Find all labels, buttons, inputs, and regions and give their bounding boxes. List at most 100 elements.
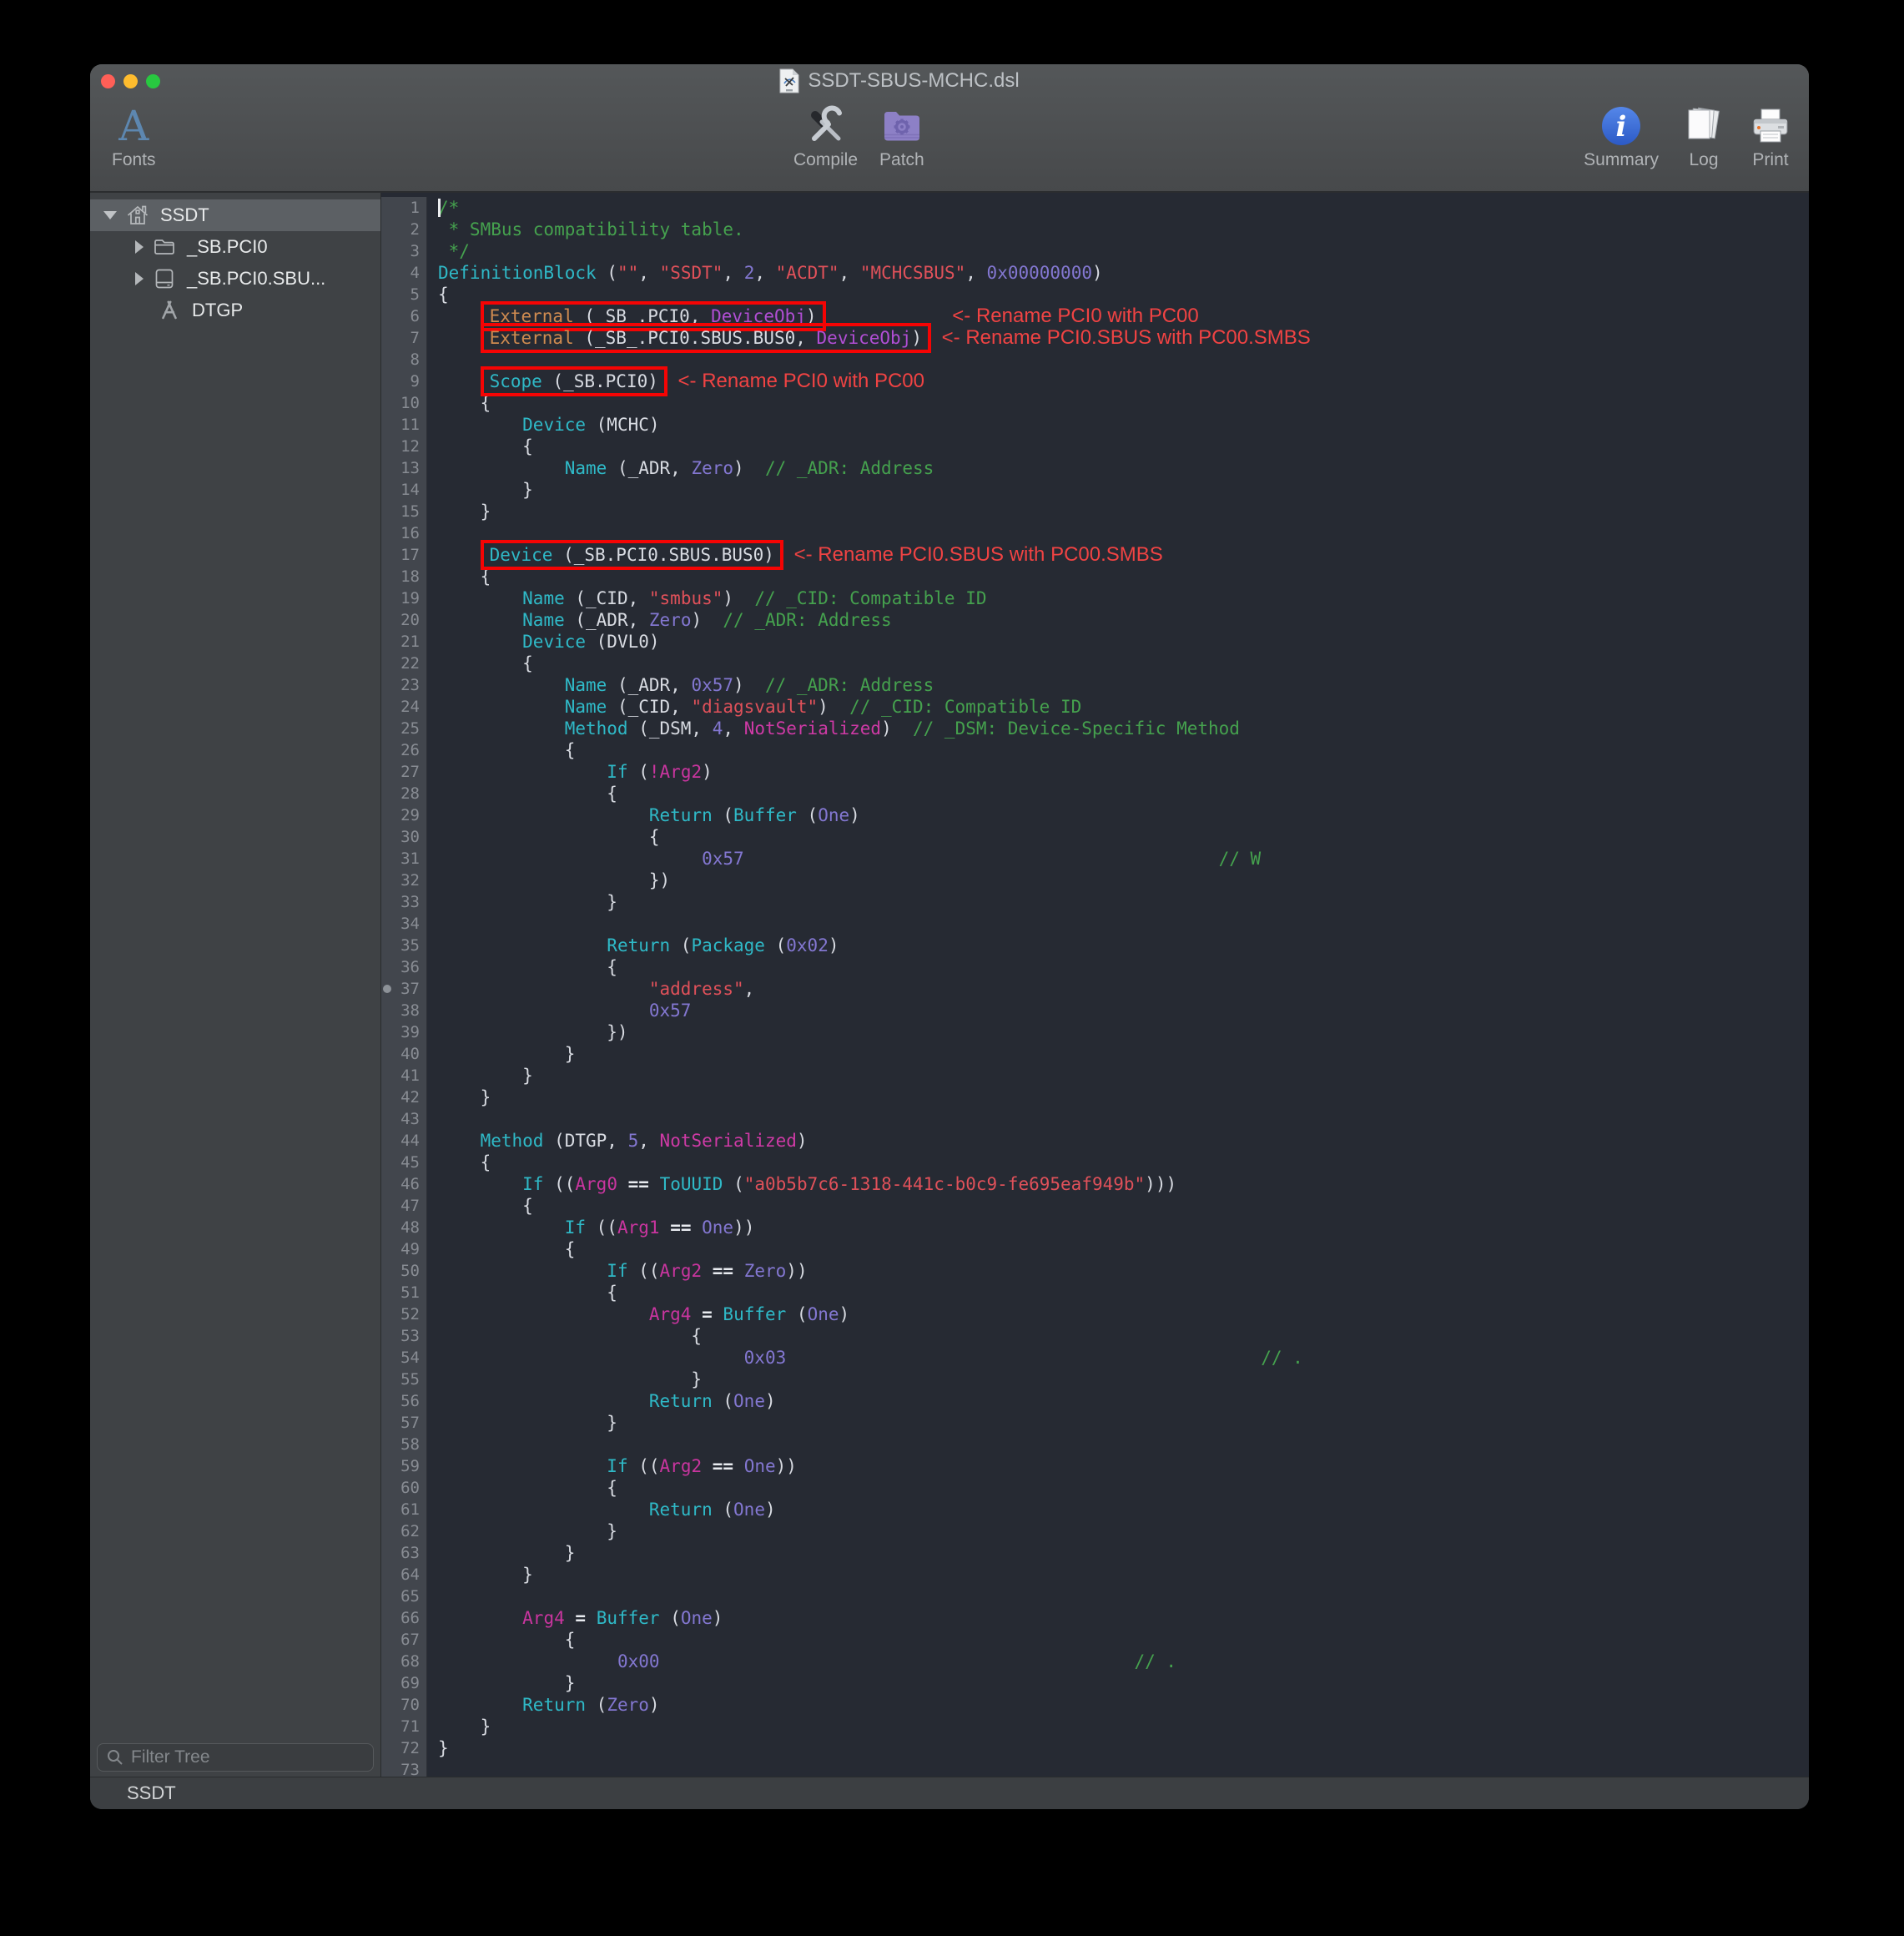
method-a-icon — [157, 298, 182, 323]
toolbar-button-fonts[interactable]: A Fonts — [112, 104, 156, 169]
close-button[interactable] — [101, 74, 115, 88]
filter-tree-input[interactable]: Filter Tree — [97, 1743, 374, 1772]
code-line: 35 Return (Package (0x02) — [381, 935, 1809, 956]
disclosure-collapsed-icon[interactable] — [135, 240, 144, 254]
code-line: 12 { — [381, 436, 1809, 457]
document-proxy-icon[interactable] — [779, 68, 799, 93]
code-token: // . — [1261, 1348, 1303, 1368]
code-token — [660, 1651, 1135, 1671]
code-line: 17 Device (_SB.PCI0.SBUS.BUS0) <- Rename… — [381, 544, 1809, 566]
code-content: } — [427, 1672, 575, 1694]
code-content — [427, 1759, 438, 1777]
code-token — [438, 306, 481, 326]
sidebar-item-sb-pci0-sbu[interactable]: _SB.PCI0.SBU... — [90, 263, 380, 295]
code-content: { — [427, 783, 617, 804]
sidebar-item-dtgp[interactable]: DTGP — [90, 295, 380, 326]
code-token: // _ADR: Address — [765, 675, 934, 695]
line-number: 8 — [381, 349, 427, 371]
code-token: , — [965, 263, 986, 283]
code-token: { — [438, 1478, 617, 1498]
line-number: 23 — [381, 674, 427, 696]
toolbar-button-compile[interactable]: Compile — [793, 104, 858, 169]
code-token: ( — [797, 805, 818, 825]
fonts-icon: A — [118, 105, 149, 147]
code-token: ) — [829, 935, 839, 955]
sidebar-item-sb-pci0[interactable]: _SB.PCI0 — [90, 231, 380, 263]
code-content: { — [427, 436, 533, 457]
code-content: { — [427, 1238, 575, 1260]
code-content: If ((Arg2 == One)) — [427, 1455, 797, 1477]
code-content: { — [427, 1629, 575, 1651]
code-token: { — [438, 1196, 533, 1216]
code-token — [667, 371, 678, 391]
code-token: ( — [786, 1304, 807, 1324]
code-token: !Arg2 — [649, 762, 702, 782]
code-token: One — [818, 805, 849, 825]
code-content: { — [427, 956, 617, 978]
title-bar[interactable]: SSDT-SBUS-MCHC.dsl — [90, 64, 1809, 98]
code-content — [427, 913, 438, 935]
code-token: Arg2 — [660, 1261, 703, 1281]
code-token: { — [438, 1326, 702, 1346]
code-token: If — [607, 1456, 627, 1476]
line-number: 30 — [381, 826, 427, 848]
code-token: { — [438, 285, 449, 305]
code-token: 0x03 — [744, 1348, 787, 1368]
code-token: ) — [702, 762, 713, 782]
code-token: ( — [713, 805, 733, 825]
code-content: Arg4 = Buffer (One) — [427, 1607, 723, 1629]
line-number: 33 — [381, 891, 427, 913]
code-token: (DVL0) — [586, 632, 660, 652]
code-line: 25 Method (_DSM, 4, NotSerialized) // _D… — [381, 718, 1809, 739]
code-line: 4DefinitionBlock ("", "SSDT", 2, "ACDT",… — [381, 262, 1809, 284]
line-number: 44 — [381, 1130, 427, 1152]
code-token: 0x57 — [649, 1001, 692, 1021]
code-token: (( — [586, 1218, 617, 1238]
disclosure-collapsed-icon[interactable] — [135, 272, 144, 285]
code-content: DefinitionBlock ("", "SSDT", 2, "ACDT", … — [427, 262, 1103, 284]
code-token: } — [438, 1521, 617, 1541]
code-token — [649, 1174, 660, 1194]
code-line: 20 Name (_ADR, Zero) // _ADR: Address — [381, 609, 1809, 631]
code-token: // W — [1219, 849, 1262, 869]
code-token: Name — [565, 697, 607, 717]
code-token: Return — [522, 1695, 586, 1715]
code-editor[interactable]: 1/*2 * SMBus compatibility table.3 */4De… — [381, 193, 1809, 1777]
code-token: /* — [438, 198, 459, 218]
line-number: 60 — [381, 1477, 427, 1499]
line-number: 35 — [381, 935, 427, 956]
code-token: ) — [691, 610, 723, 630]
code-token: Arg0 — [575, 1174, 617, 1194]
line-number: 47 — [381, 1195, 427, 1217]
code-token: { — [438, 827, 660, 847]
line-number: 28 — [381, 783, 427, 804]
zoom-button[interactable] — [146, 74, 160, 88]
code-token: Device — [522, 415, 586, 435]
toolbar-button-log[interactable]: Log — [1682, 104, 1725, 169]
code-line: 59 If ((Arg2 == One)) — [381, 1455, 1809, 1477]
code-token — [438, 588, 522, 608]
line-number: 51 — [381, 1282, 427, 1303]
code-token: 0x00000000 — [987, 263, 1092, 283]
code-token: "address" — [649, 979, 744, 999]
code-token: Method — [481, 1131, 544, 1151]
code-token — [702, 1261, 713, 1281]
line-number: 26 — [381, 739, 427, 761]
navigator-sidebar: SSDT _SB.PCI0_SB.PCI0.SBU...DTGP Filter T… — [90, 193, 381, 1777]
code-line: 49 { — [381, 1238, 1809, 1260]
line-number: 5 — [381, 284, 427, 305]
minimize-button[interactable] — [123, 74, 138, 88]
toolbar-button-summary[interactable]: iSummary — [1584, 104, 1659, 169]
code-token: (_CID, — [607, 697, 691, 717]
disclosure-expanded-icon[interactable] — [103, 211, 117, 219]
sidebar-item-ssdt[interactable]: SSDT — [90, 199, 380, 231]
code-line: 45 { — [381, 1152, 1809, 1173]
line-number: 41 — [381, 1065, 427, 1086]
code-token: ) — [818, 697, 849, 717]
toolbar-button-patch[interactable]: Patch — [879, 104, 924, 169]
line-number: 58 — [381, 1434, 427, 1455]
toolbar-button-print[interactable]: Print — [1749, 104, 1792, 169]
code-line: 34 — [381, 913, 1809, 935]
code-content: Return (Zero) — [427, 1694, 660, 1716]
sidebar-item-label: SSDT — [160, 204, 209, 226]
